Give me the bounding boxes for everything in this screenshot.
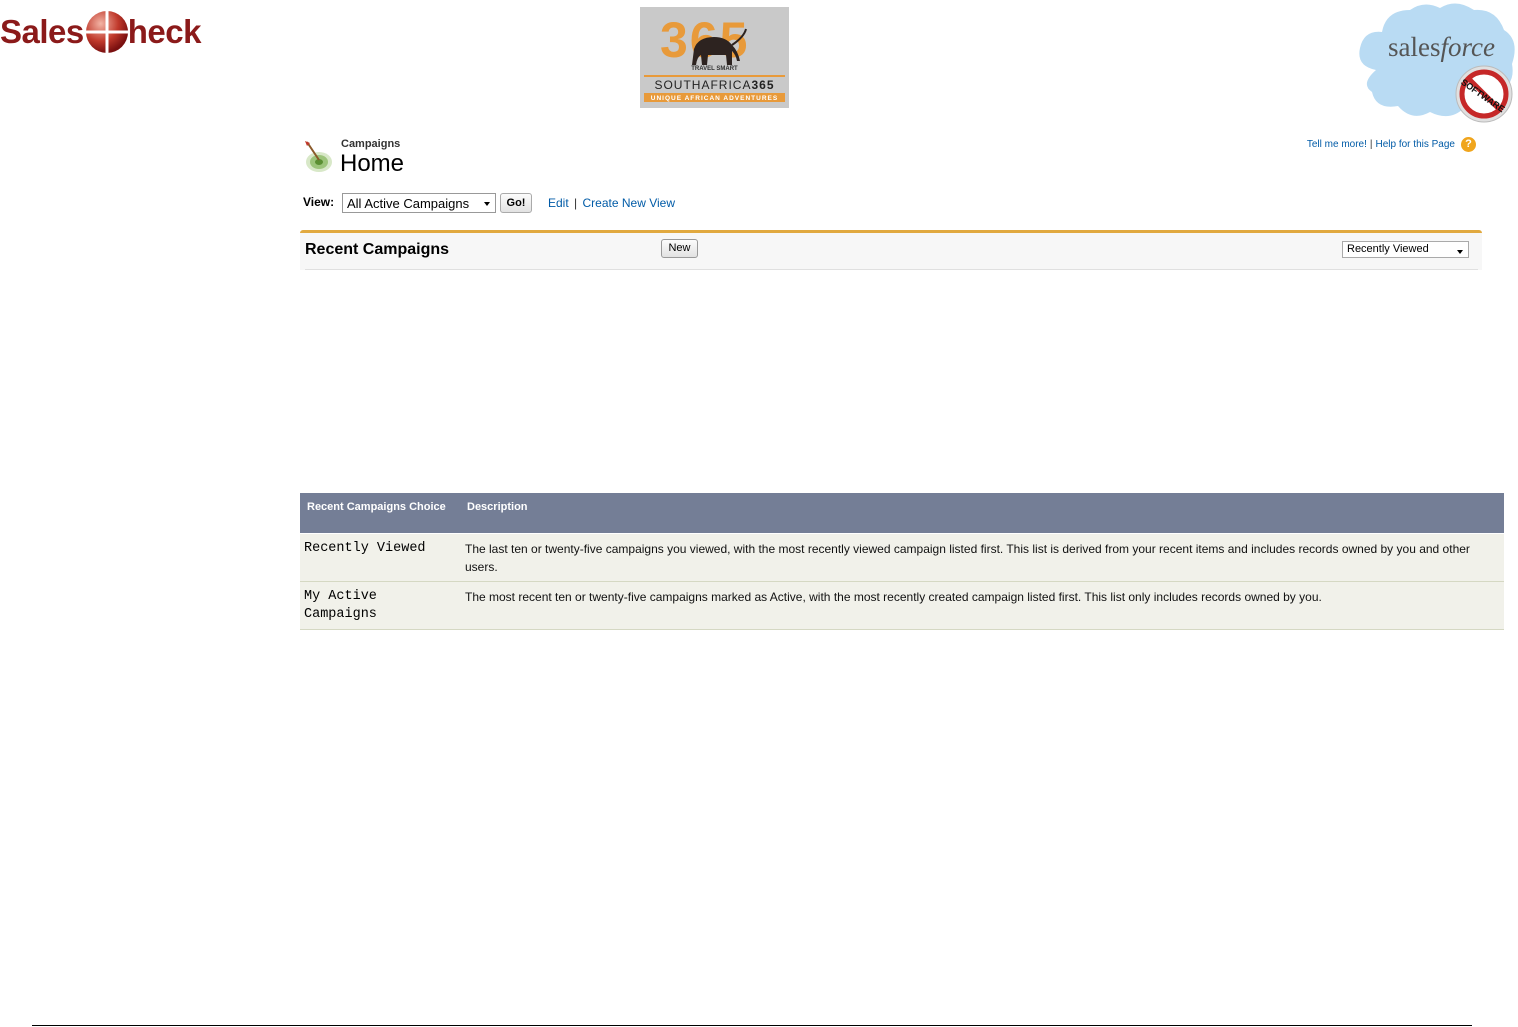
- sa365-name-a: SOUTHAFRICA: [654, 78, 752, 92]
- table-row: Recently Viewed The last ten or twenty-f…: [300, 532, 1504, 582]
- campaign-target-icon: [305, 141, 332, 172]
- column-header-description: Description: [460, 493, 1504, 533]
- page-title: Home: [340, 150, 405, 177]
- go-button[interactable]: Go!: [500, 193, 532, 213]
- salesforce-logo: SOFTWARE salesforce: [1356, 0, 1518, 126]
- view-links: Edit | Create New View: [548, 196, 675, 210]
- sa365-tagline-bottom: UNIQUE AFRICAN ADVENTURES: [644, 95, 785, 102]
- salescheck-ball-icon: [85, 11, 128, 53]
- help-icon[interactable]: ?: [1461, 137, 1476, 152]
- southafrica365-logo: 365 TRAVEL SMART SOUTHAFRICA365 UNIQUE A…: [640, 7, 789, 108]
- help-links: Tell me more! | Help for this Page ?: [1307, 137, 1476, 152]
- salesforce-wordmark: salesforce: [1388, 32, 1495, 63]
- choice-cell: My Active Campaigns: [300, 581, 460, 630]
- tell-me-more-link[interactable]: Tell me more!: [1307, 139, 1367, 150]
- breadcrumb: Campaigns: [341, 138, 401, 150]
- chevron-down-icon: [484, 202, 490, 206]
- sa365-name-b: 365: [751, 78, 775, 92]
- view-links-separator: |: [574, 196, 578, 210]
- table-row: My Active Campaigns The most recent ten …: [300, 581, 1504, 630]
- help-for-page-link[interactable]: Help for this Page: [1376, 139, 1456, 150]
- description-cell: The last ten or twenty-five campaigns yo…: [460, 532, 1504, 582]
- view-label: View:: [303, 195, 335, 209]
- salescheck-logo: Sales heck: [0, 6, 201, 58]
- description-cell: The most recent ten or twenty-five campa…: [460, 581, 1504, 630]
- chevron-down-icon: [1457, 250, 1463, 254]
- salesforce-wordmark-b: force: [1440, 32, 1495, 62]
- create-new-view-link[interactable]: Create New View: [583, 196, 675, 210]
- salescheck-logo-text-right: heck: [127, 13, 202, 50]
- salescheck-logo-text-left: Sales: [0, 13, 84, 50]
- recent-filter-value: Recently Viewed: [1347, 243, 1429, 255]
- sa365-tagline-top: TRAVEL SMART: [691, 66, 738, 72]
- salesforce-wordmark-a: sales: [1388, 32, 1441, 62]
- view-select-value: All Active Campaigns: [347, 196, 470, 211]
- salesforce-cloud-icon: SOFTWARE: [1359, 3, 1515, 123]
- new-campaign-button[interactable]: New: [661, 239, 698, 258]
- choice-cell: Recently Viewed: [300, 532, 460, 582]
- table-header-row: Recent Campaigns Choice Description: [300, 493, 1504, 533]
- recent-filter-select[interactable]: Recently Viewed: [1342, 241, 1469, 258]
- recent-campaigns-title: Recent Campaigns: [305, 241, 450, 258]
- recent-campaigns-choice-table: Recent Campaigns Choice Description Rece…: [300, 493, 1504, 630]
- edit-view-link[interactable]: Edit: [548, 196, 569, 210]
- column-header-choice: Recent Campaigns Choice: [300, 493, 460, 533]
- footer-rule: [32, 1025, 1472, 1026]
- sa365-name: SOUTHAFRICA365: [644, 75, 785, 95]
- divider: [305, 269, 1478, 270]
- elephant-icon: [692, 28, 747, 65]
- view-select[interactable]: All Active Campaigns: [342, 193, 496, 213]
- help-separator: |: [1369, 139, 1373, 150]
- recent-campaigns-block: Recent Campaigns New Recently Viewed: [300, 230, 1482, 270]
